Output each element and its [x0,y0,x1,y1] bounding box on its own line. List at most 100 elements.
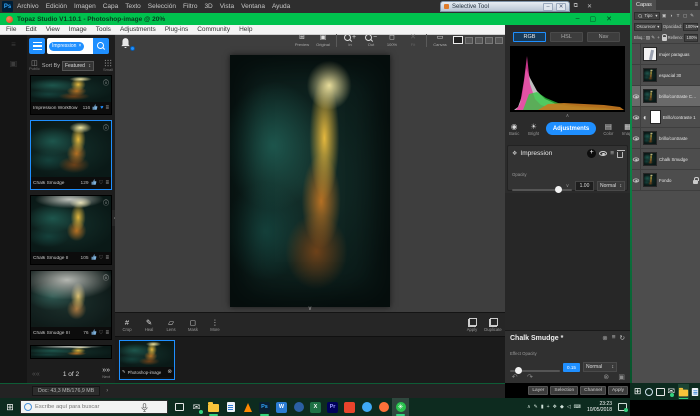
file-explorer-icon[interactable] [678,384,689,399]
thumbs-up-icon[interactable] [91,179,97,187]
task-view-icon[interactable] [171,398,188,416]
heart-icon[interactable]: ♥ [100,105,103,111]
panel-menu-icon[interactable]: ≡ [694,2,700,8]
visibility-eye-icon[interactable] [632,170,641,190]
cancel-button[interactable]: ⊗Cancel [600,375,612,383]
app-orange-icon[interactable] [341,398,358,416]
lock-all-icon[interactable] [662,34,667,42]
blend-mode-select[interactable]: Oscurecer▾ [634,23,662,31]
topaz-menu-1[interactable]: Edit [25,26,36,33]
action-center-icon[interactable] [618,403,627,411]
fill-value[interactable]: 100% [684,34,698,42]
info-icon[interactable]: ⓘ [103,198,109,207]
output-apply-button[interactable]: Apply [608,386,628,395]
sort-select[interactable]: Featured↕ [62,61,94,71]
minimize-icon[interactable]: – [576,15,580,23]
layer-row-1[interactable]: espacial 30 [632,65,700,86]
ps-menu-9[interactable]: Ventana [241,3,265,10]
search-input[interactable] [35,404,141,410]
pen-icon[interactable]: ✎ [534,404,538,410]
topaz-menu-0[interactable]: File [6,26,16,33]
undo-button[interactable]: ↶Undo [510,375,519,383]
ps-menu-8[interactable]: Vista [220,3,234,10]
tool-lens[interactable]: ▱Lens [164,317,178,332]
tool-heal[interactable]: ✎Heal [142,317,156,332]
effect-opacity-slider[interactable] [510,370,560,372]
view-mode-top[interactable] [495,37,503,44]
topaz-menu-2[interactable]: View [46,26,60,33]
main-image[interactable] [230,55,390,307]
topaz-titlebar[interactable]: Topaz Studio V1.10.1 - Photoshop-image @… [0,13,630,25]
topaz-menu-3[interactable]: Image [69,26,87,33]
layer-row-4[interactable]: brillo/contraste [632,128,700,149]
selective-tool-window[interactable]: Selective Tool – ✕ [440,1,570,12]
filter-adjustment-icon[interactable]: ◑ [668,13,674,18]
info-icon[interactable]: ⓘ [103,123,109,132]
ps-menu-6[interactable]: Filtro [183,3,197,10]
tool-color[interactable]: ▤Color [601,121,615,136]
hidden-icons-icon[interactable]: ∧ [527,404,531,410]
mail-icon[interactable]: ✉ [667,384,676,399]
preset-card-1[interactable]: ⓘChalk Smudge129♡≡ [30,120,112,190]
collapse-chevron-icon[interactable]: ∨ [308,305,312,312]
preset-card-4[interactable] [30,345,112,359]
start-button[interactable]: ⊞ [0,402,20,413]
ok-button[interactable]: ▣OK [618,375,625,383]
taskbar-search[interactable] [20,400,168,414]
trash-icon[interactable] [617,152,623,158]
vlc-icon[interactable] [239,398,256,416]
tab-rgb[interactable]: RGB [513,32,546,42]
output-selection-button[interactable]: Selection [550,386,578,395]
grid-size-button[interactable]: Small [103,59,113,72]
visibility-eye-icon[interactable] [632,128,641,148]
heart-icon[interactable]: ♡ [99,255,104,261]
preset-menu-icon[interactable]: ≡ [105,330,109,336]
share-icon[interactable]: ⊚ [602,334,607,342]
topaz-studio-icon[interactable]: ✳ [392,398,409,416]
firefox-icon[interactable] [375,398,392,416]
bluetooth-icon[interactable]: + [547,404,550,410]
battery-icon[interactable]: ▮ [541,404,544,410]
preset-menu-icon[interactable]: ≡ [105,180,109,186]
filter-type-select[interactable]: Tipo▾ [634,12,660,20]
next-page-button[interactable]: »»Next [102,368,110,380]
layer-row-5[interactable]: Chalk Smudge [632,149,700,170]
close-icon[interactable]: ✕ [587,3,592,10]
view-mode-split-h[interactable] [465,37,473,44]
ps-menu-5[interactable]: Selección [148,3,176,10]
visibility-eye-icon[interactable] [632,86,641,106]
reset-icon[interactable]: ↻ [620,334,625,342]
duplicate-button[interactable]: Duplicate [486,317,500,332]
layer-row-0[interactable]: mujer paraguas [632,44,700,65]
premiere-icon[interactable]: Pr [324,398,341,416]
tool-more[interactable]: ⋮More [208,317,222,332]
previous-page-icon[interactable]: «« [32,371,40,378]
ps-menu-1[interactable]: Edición [46,3,67,10]
topaz-menu-5[interactable]: Adjustments [120,26,156,33]
color-profile-icon[interactable]: ◆ [560,404,564,410]
canvas-button[interactable]: ▭Canvas [432,33,448,47]
tab-nav[interactable]: Nav [587,32,620,42]
opacity-value[interactable]: 100%▾ [683,23,698,31]
redo-button[interactable]: ↷Redo [525,375,534,383]
graphics-icon[interactable]: ❖ [553,404,557,410]
visibility-toggle-empty[interactable] [632,65,641,85]
visibility-eye-icon[interactable] [599,151,607,156]
search-button[interactable] [93,38,109,54]
add-icon[interactable]: + [587,149,596,158]
word-icon[interactable]: W [273,398,290,416]
preset-menu-icon[interactable]: ≡ [105,255,109,261]
tool-image[interactable]: ▦Image [621,121,630,136]
collapse-up-icon[interactable]: ∧ [505,113,630,119]
task-view-icon[interactable] [655,384,664,399]
menu-icon[interactable]: ≡ [610,150,614,157]
zoom-out-button[interactable]: −Out [363,33,379,47]
tool-basic[interactable]: ◉Basic [507,121,521,136]
preset-card-2[interactable]: ⓘChalk Smudge II105♡≡ [30,195,112,265]
thumbs-up-icon[interactable] [91,254,97,262]
close-icon[interactable]: ✕ [556,3,566,11]
original-button[interactable]: ▣Original [315,33,331,47]
thumbs-up-icon[interactable] [91,329,97,337]
topaz-menu-8[interactable]: Help [239,26,252,33]
topaz-menu-6[interactable]: Plug-ins [165,26,188,33]
